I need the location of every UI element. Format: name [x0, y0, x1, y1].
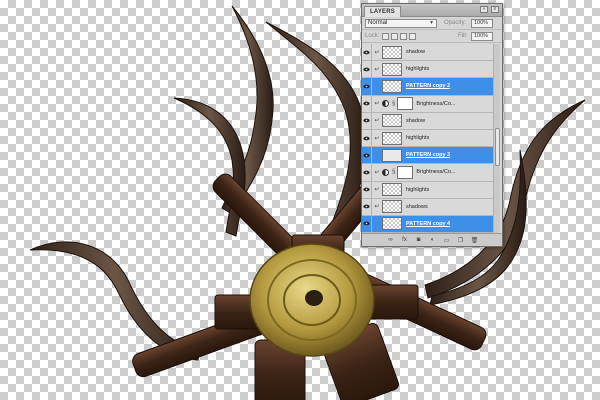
- visibility-eye-icon[interactable]: [362, 181, 372, 198]
- visibility-eye-icon[interactable]: [362, 147, 372, 164]
- visibility-eye-icon[interactable]: [362, 61, 372, 78]
- opacity-field[interactable]: 100%: [471, 19, 493, 28]
- chain-link-icon[interactable]: §: [392, 101, 395, 107]
- layers-list: ↵ shadow ↵ highlights PATTERN copy 2 ↵ § Bright…: [362, 44, 494, 234]
- adjustment-layer-icon: [382, 100, 389, 108]
- lock-position-icon[interactable]: [400, 33, 407, 40]
- panel-footer: ∞ fx ◙ ◐ ▭ ❐ 🗑: [362, 233, 502, 246]
- panel-menu-icon[interactable]: ≡: [491, 6, 499, 13]
- clip-arrow-icon: ↵: [374, 135, 380, 142]
- layer-name[interactable]: PATTERN copy 4: [406, 221, 450, 227]
- clip-arrow-icon: ↵: [374, 187, 380, 194]
- fill-label: Fill:: [458, 33, 468, 39]
- adjustment-icon[interactable]: ◐: [428, 237, 437, 243]
- clip-arrow-icon: ↵: [374, 101, 380, 108]
- clip-arrow-icon: ↵: [374, 66, 380, 73]
- layer-name[interactable]: highlights: [406, 135, 429, 141]
- layer-name[interactable]: Brightness/Co...: [416, 101, 455, 107]
- trash-icon[interactable]: 🗑: [470, 237, 479, 244]
- layer-mask-thumbnail[interactable]: [397, 97, 414, 111]
- layers-panel: LAYERS » ≡ Normal ▼ Opacity: 100% Lock: …: [361, 3, 503, 247]
- layer-row[interactable]: PATTERN copy 4: [362, 215, 494, 234]
- tab-layers[interactable]: LAYERS: [364, 6, 401, 17]
- visibility-eye-icon[interactable]: [362, 129, 372, 147]
- clip-arrow-icon: ↵: [374, 118, 380, 125]
- layer-row[interactable]: ↵ shadows: [362, 198, 494, 216]
- lock-icons: [382, 33, 416, 40]
- layer-row[interactable]: PATTERN copy 3: [362, 147, 494, 165]
- layer-name[interactable]: highlights: [406, 187, 429, 193]
- visibility-eye-icon[interactable]: [362, 164, 372, 181]
- fx-icon[interactable]: fx: [400, 237, 409, 243]
- blend-mode-value: Normal: [368, 20, 388, 26]
- layer-row[interactable]: PATTERN copy 2: [362, 78, 494, 96]
- layer-thumbnail[interactable]: [382, 79, 402, 93]
- folder-icon[interactable]: ▭: [442, 237, 451, 244]
- layer-row[interactable]: ↵ § Brightness/Co...: [362, 95, 494, 113]
- adjustment-layer-icon: [382, 168, 389, 176]
- lock-all-icon[interactable]: [409, 33, 416, 40]
- visibility-eye-icon[interactable]: [362, 78, 372, 95]
- visibility-eye-icon[interactable]: [362, 95, 372, 112]
- visibility-eye-icon[interactable]: [362, 215, 372, 233]
- layer-row[interactable]: ↵ shadow: [362, 112, 494, 130]
- link-icon[interactable]: ∞: [386, 237, 395, 243]
- clip-arrow-icon: ↵: [374, 49, 380, 56]
- layer-thumbnail[interactable]: [382, 217, 402, 231]
- layer-thumbnail[interactable]: [382, 114, 402, 128]
- layer-row[interactable]: ↵ § Brightness/Co...: [362, 164, 494, 182]
- layer-thumbnail[interactable]: [382, 131, 402, 145]
- visibility-eye-icon[interactable]: [362, 44, 372, 61]
- brass-hub: [249, 243, 375, 357]
- layer-mask-thumbnail[interactable]: [397, 165, 414, 179]
- lock-row: Lock: Fill: 100%: [362, 30, 502, 43]
- layer-thumbnail[interactable]: [382, 148, 402, 162]
- clip-arrow-icon: ↵: [374, 204, 380, 211]
- layer-row[interactable]: ↵ highlights: [362, 61, 494, 79]
- blend-mode-select[interactable]: Normal ▼: [365, 19, 437, 28]
- layer-thumbnail[interactable]: [382, 62, 402, 76]
- canvas-artwork: [29, 5, 586, 400]
- layer-name[interactable]: shadows: [406, 204, 428, 210]
- layers-scrollbar[interactable]: [493, 44, 500, 234]
- visibility-eye-icon[interactable]: [362, 112, 372, 129]
- mask-icon[interactable]: ◙: [414, 237, 423, 243]
- lock-label: Lock:: [365, 33, 380, 39]
- new-layer-icon[interactable]: ❐: [456, 237, 465, 244]
- lock-pixels-icon[interactable]: [391, 33, 398, 40]
- layer-row[interactable]: ↵ highlights: [362, 181, 494, 199]
- layer-name[interactable]: PATTERN copy 3: [406, 152, 450, 158]
- chain-link-icon[interactable]: §: [392, 169, 395, 175]
- layer-thumbnail[interactable]: [382, 200, 402, 214]
- opacity-label: Opacity:: [444, 20, 467, 26]
- fill-field[interactable]: 100%: [471, 32, 493, 41]
- layer-row[interactable]: ↵ shadow: [362, 44, 494, 62]
- layer-row[interactable]: ↵ highlights: [362, 129, 494, 148]
- scrollbar-thumb[interactable]: [495, 128, 500, 166]
- layer-thumbnail[interactable]: [382, 45, 402, 59]
- layer-thumbnail[interactable]: [382, 183, 402, 197]
- visibility-eye-icon[interactable]: [362, 198, 372, 215]
- layer-name[interactable]: Brightness/Co...: [416, 169, 455, 175]
- layer-name[interactable]: shadow: [406, 118, 425, 124]
- layer-name[interactable]: shadow: [406, 49, 425, 55]
- lock-transparent-icon[interactable]: [382, 33, 389, 40]
- blend-row: Normal ▼ Opacity: 100%: [362, 17, 502, 30]
- chevron-down-icon: ▼: [429, 20, 434, 26]
- layer-name[interactable]: highlights: [406, 66, 429, 72]
- clip-arrow-icon: ↵: [374, 169, 380, 176]
- layer-name[interactable]: PATTERN copy 2: [406, 83, 450, 89]
- panel-tab-bar: LAYERS » ≡: [362, 4, 502, 17]
- collapse-icon[interactable]: »: [480, 6, 488, 13]
